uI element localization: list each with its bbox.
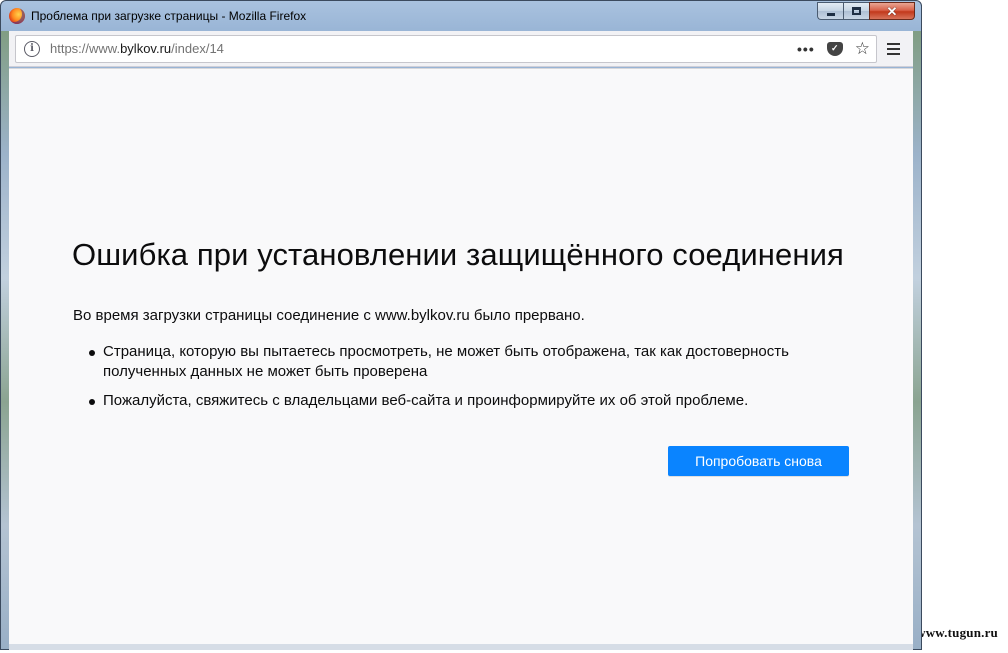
pocket-icon[interactable]: ✓ — [826, 41, 843, 56]
url-scheme: https://www. — [50, 41, 121, 56]
desktop-background: www.tugun.ru — [916, 0, 1008, 653]
window-controls: ✕ — [817, 2, 915, 20]
address-bar[interactable]: i https://www.bylkov.ru/index/14 ••• ✓ ☆ — [15, 34, 877, 63]
window-left-border — [1, 31, 9, 649]
menu-line — [887, 47, 900, 50]
hamburger-menu-icon[interactable] — [887, 42, 900, 55]
desktop-white-area — [922, 0, 1008, 653]
window-right-border — [913, 31, 921, 649]
error-title: Ошибка при установлении защищённого соед… — [72, 237, 844, 272]
error-details-list: Страница, которую вы пытаетесь просмотре… — [73, 342, 833, 420]
list-item: Пожалуйста, свяжитесь с владельцами веб-… — [73, 391, 833, 411]
bookmark-star-icon[interactable]: ☆ — [855, 40, 870, 57]
navigation-toolbar: i https://www.bylkov.ru/index/14 ••• ✓ ☆ — [9, 31, 913, 67]
url-text[interactable]: https://www.bylkov.ru/index/14 — [50, 41, 224, 56]
page-actions-menu-icon[interactable]: ••• — [797, 41, 815, 57]
url-path: /index/14 — [171, 41, 224, 56]
browser-window: Проблема при загрузке страницы - Mozilla… — [0, 0, 922, 650]
close-button[interactable]: ✕ — [869, 2, 915, 20]
page-actions: ••• ✓ ☆ — [797, 36, 870, 62]
maximize-button[interactable] — [843, 2, 869, 20]
menu-line — [887, 42, 900, 45]
try-again-button[interactable]: Попробовать снова — [668, 446, 849, 476]
minimize-icon — [826, 12, 835, 16]
close-icon: ✕ — [886, 3, 898, 19]
watermark: www.tugun.ru — [916, 625, 998, 640]
error-description: Во время загрузки страницы соединение с … — [73, 307, 585, 324]
list-item: Страница, которую вы пытаетесь просмотре… — [73, 342, 833, 382]
site-info-icon[interactable]: i — [24, 40, 40, 57]
page-content: Ошибка при установлении защищённого соед… — [9, 68, 913, 644]
firefox-logo-icon — [9, 8, 25, 24]
menu-line — [887, 52, 900, 55]
minimize-button[interactable] — [817, 2, 843, 20]
url-host: bylkov.ru — [120, 41, 172, 56]
maximize-icon — [852, 7, 861, 15]
window-title: Проблема при загрузке страницы - Mozilla… — [31, 9, 307, 23]
window-bottom-border — [9, 644, 913, 650]
title-bar[interactable]: Проблема при загрузке страницы - Mozilla… — [1, 1, 921, 31]
